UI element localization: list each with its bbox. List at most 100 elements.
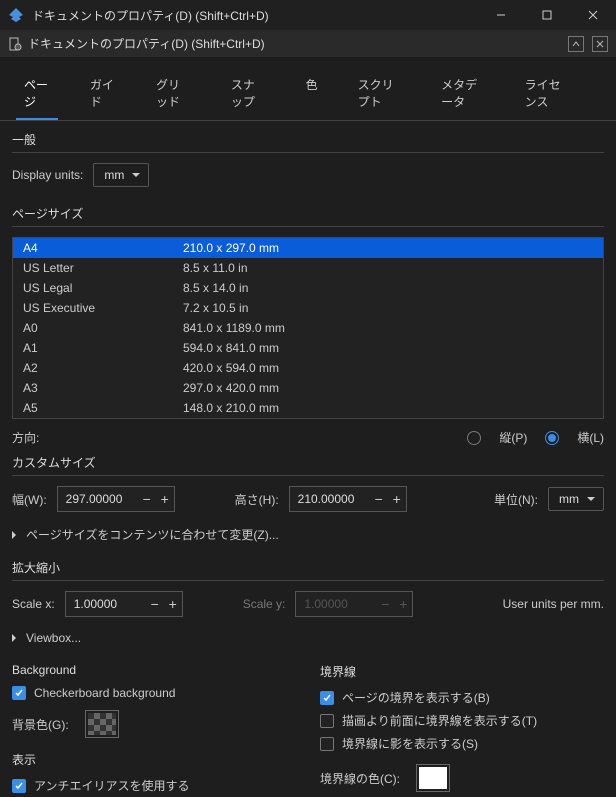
- height-label: 高さ(H):: [235, 491, 279, 508]
- left-column: Background Checkerboard background 背景色(G…: [12, 663, 296, 797]
- tab-5[interactable]: スクリプト: [350, 68, 410, 120]
- scale-note: User units per mm.: [503, 597, 604, 611]
- scalex-increment[interactable]: +: [164, 597, 182, 611]
- border-color-label: 境界線の色(C):: [320, 770, 400, 787]
- page-size-row[interactable]: A3297.0 x 420.0 mm: [13, 378, 603, 398]
- page-size-row[interactable]: A4210.0 x 297.0 mm: [13, 238, 603, 258]
- bottom-columns: Background Checkerboard background 背景色(G…: [0, 651, 616, 797]
- page-size-row[interactable]: A5148.0 x 210.0 mm: [13, 398, 603, 418]
- tab-7[interactable]: ライセンス: [517, 68, 576, 120]
- panel-minimize-icon[interactable]: [568, 36, 584, 52]
- orientation-portrait-radio[interactable]: [467, 431, 481, 445]
- white-swatch-icon: [419, 767, 447, 789]
- show-border-checkbox[interactable]: [320, 691, 334, 705]
- background-heading: Background: [12, 663, 296, 677]
- front-border-label: 描画より前面に境界線を表示する(T): [342, 712, 537, 729]
- show-border-label: ページの境界を表示する(B): [342, 689, 490, 706]
- window-controls: [478, 0, 616, 30]
- border-heading: 境界線: [320, 663, 604, 680]
- orientation-label: 方向:: [12, 429, 39, 446]
- shadow-border-checkbox[interactable]: [320, 737, 334, 751]
- inkscape-icon: [8, 7, 24, 23]
- page-size-name: A4: [23, 241, 183, 255]
- tab-1[interactable]: ガイド: [82, 68, 124, 120]
- panel-close-icon[interactable]: [592, 36, 608, 52]
- units-select[interactable]: mm: [548, 487, 604, 511]
- page-size-name: US Letter: [23, 261, 183, 275]
- viewbox-expander[interactable]: Viewbox...: [12, 625, 604, 651]
- orientation-landscape-radio[interactable]: [545, 431, 559, 445]
- page-size-row[interactable]: US Legal8.5 x 14.0 in: [13, 278, 603, 298]
- page-size-name: A0: [23, 321, 183, 335]
- page-size-name: A3: [23, 381, 183, 395]
- height-increment[interactable]: +: [388, 492, 406, 506]
- checker-swatch-icon: [88, 713, 116, 735]
- page-size-row[interactable]: A1594.0 x 841.0 mm: [13, 338, 603, 358]
- page-size-dimensions: 148.0 x 210.0 mm: [183, 401, 593, 415]
- page-size-heading: ページサイズ: [12, 205, 604, 227]
- general-heading: 一般: [12, 131, 604, 153]
- bg-color-button[interactable]: [85, 710, 119, 738]
- resize-to-content-expander[interactable]: ページサイズをコンテンツに合わせて変更(Z)...: [12, 520, 604, 549]
- display-units-label: Display units:: [12, 168, 83, 182]
- window-titlebar: ドキュメントのプロパティ(D) (Shift+Ctrl+D): [0, 0, 616, 30]
- chevron-right-icon: [12, 531, 20, 539]
- scale-section: 拡大縮小 Scale x: − + Scale y: − + User unit…: [0, 549, 616, 651]
- scalex-decrement[interactable]: −: [146, 597, 164, 611]
- page-size-row[interactable]: US Executive7.2 x 10.5 in: [13, 298, 603, 318]
- page-size-dimensions: 297.0 x 420.0 mm: [183, 381, 593, 395]
- minimize-button[interactable]: [478, 0, 524, 30]
- page-size-row[interactable]: A0841.0 x 1189.0 mm: [13, 318, 603, 338]
- tab-4[interactable]: 色: [298, 68, 326, 120]
- tab-3[interactable]: スナップ: [223, 68, 274, 120]
- page-size-section: ページサイズ A4210.0 x 297.0 mmUS Letter8.5 x …: [0, 195, 616, 549]
- scaley-increment: +: [394, 597, 412, 611]
- tab-0[interactable]: ページ: [16, 68, 58, 120]
- display-units-select[interactable]: mm: [93, 163, 149, 187]
- display-heading: 表示: [12, 751, 296, 768]
- scalex-label: Scale x:: [12, 597, 55, 611]
- checkerboard-checkbox[interactable]: [12, 686, 26, 700]
- document-properties-icon: [8, 37, 22, 51]
- antialias-checkbox[interactable]: [12, 779, 26, 793]
- tab-6[interactable]: メタデータ: [433, 68, 493, 120]
- scaley-input: − +: [295, 591, 413, 617]
- orientation-landscape-label: 横(L): [577, 429, 604, 446]
- page-size-name: US Executive: [23, 301, 183, 315]
- units-label: 単位(N):: [494, 491, 538, 508]
- panel-title: ドキュメントのプロパティ(D) (Shift+Ctrl+D): [28, 35, 560, 52]
- right-column: 境界線 ページの境界を表示する(B) 描画より前面に境界線を表示する(T) 境界…: [320, 663, 604, 797]
- antialias-label: アンチエイリアスを使用する: [34, 777, 190, 794]
- page-size-dimensions: 594.0 x 841.0 mm: [183, 341, 593, 355]
- scaley-decrement: −: [376, 597, 394, 611]
- page-size-list[interactable]: A4210.0 x 297.0 mmUS Letter8.5 x 11.0 in…: [12, 237, 604, 419]
- width-increment[interactable]: +: [156, 492, 174, 506]
- height-input[interactable]: − +: [289, 486, 407, 512]
- page-size-dimensions: 841.0 x 1189.0 mm: [183, 321, 593, 335]
- page-size-row[interactable]: US Letter8.5 x 11.0 in: [13, 258, 603, 278]
- width-decrement[interactable]: −: [138, 492, 156, 506]
- page-size-name: A2: [23, 361, 183, 375]
- page-size-dimensions: 210.0 x 297.0 mm: [183, 241, 593, 255]
- maximize-button[interactable]: [524, 0, 570, 30]
- chevron-right-icon: [12, 634, 20, 642]
- close-button[interactable]: [570, 0, 616, 30]
- custom-size-heading: カスタムサイズ: [12, 454, 604, 476]
- scale-heading: 拡大縮小: [12, 559, 604, 581]
- page-size-name: A5: [23, 401, 183, 415]
- width-label: 幅(W):: [12, 491, 47, 508]
- height-decrement[interactable]: −: [370, 492, 388, 506]
- border-color-button[interactable]: [416, 764, 450, 792]
- front-border-checkbox[interactable]: [320, 714, 334, 728]
- scaley-label: Scale y:: [243, 597, 286, 611]
- tab-2[interactable]: グリッド: [148, 68, 199, 120]
- width-input[interactable]: − +: [57, 486, 175, 512]
- tabs: ページガイドグリッドスナップ色スクリプトメタデータライセンス: [0, 58, 616, 121]
- shadow-border-label: 境界線に影を表示する(S): [342, 735, 478, 752]
- checkerboard-label: Checkerboard background: [34, 686, 175, 700]
- page-size-row[interactable]: A2420.0 x 594.0 mm: [13, 358, 603, 378]
- general-section: 一般 Display units: mm: [0, 121, 616, 187]
- page-size-name: US Legal: [23, 281, 183, 295]
- page-size-dimensions: 8.5 x 14.0 in: [183, 281, 593, 295]
- scalex-input[interactable]: − +: [65, 591, 183, 617]
